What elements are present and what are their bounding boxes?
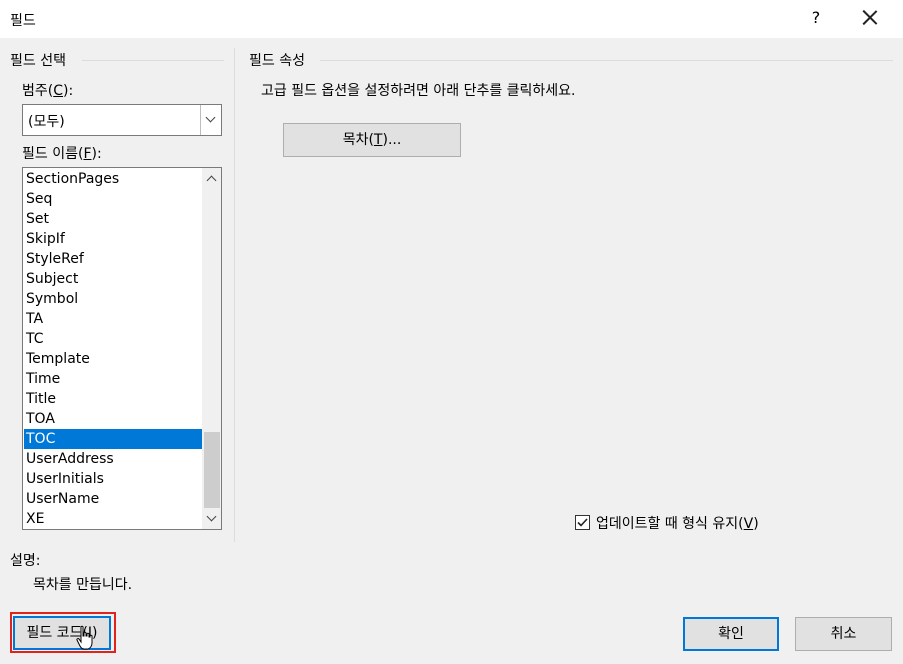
list-item-selected[interactable]: TOC (24, 429, 202, 449)
preserve-format-checkbox[interactable] (575, 515, 590, 530)
list-item[interactable]: Subject (24, 269, 202, 289)
list-item[interactable]: Symbol (24, 289, 202, 309)
list-item[interactable]: StyleRef (24, 249, 202, 269)
field-name-list[interactable]: SectionPages Seq Set SkipIf StyleRef Sub… (22, 167, 222, 530)
scroll-up-icon[interactable] (206, 175, 217, 186)
description-text: 목차를 만듭니다. (33, 577, 133, 593)
list-item[interactable]: XE (24, 509, 202, 529)
field-properties-header: 필드 속성 (249, 53, 305, 69)
dropdown-button[interactable] (200, 105, 221, 135)
help-button[interactable]: ? (808, 8, 824, 27)
category-label: 범주(C): (22, 83, 74, 99)
list-item[interactable]: TC (24, 329, 202, 349)
window-title: 필드 (10, 13, 36, 29)
scrollbar-thumb[interactable] (204, 432, 220, 508)
panel-divider (234, 48, 235, 542)
hand-cursor-icon (76, 625, 93, 650)
list-item[interactable]: Time (24, 369, 202, 389)
list-item[interactable]: UserAddress (24, 449, 202, 469)
instructions-text: 고급 필드 옵션을 설정하려면 아래 단추를 클릭하세요. (261, 83, 576, 99)
preserve-format-label[interactable]: 업데이트할 때 형식 유지(V) (596, 513, 759, 533)
check-icon (577, 518, 588, 527)
chevron-down-icon (205, 112, 216, 123)
list-item[interactable]: Seq (24, 189, 202, 209)
list-item[interactable]: Title (24, 389, 202, 409)
list-item[interactable]: Template (24, 349, 202, 369)
scroll-down-icon[interactable] (206, 511, 217, 522)
category-dropdown[interactable]: (모두) (22, 104, 222, 136)
list-item[interactable]: UserName (24, 489, 202, 509)
field-name-label: 필드 이름(F): (22, 146, 102, 162)
field-selection-header: 필드 선택 (10, 53, 66, 69)
list-scrollbar[interactable] (202, 168, 221, 529)
list-item[interactable]: TOA (24, 409, 202, 429)
title-bar: 필드 ? (0, 0, 903, 39)
category-value: (모두) (28, 114, 65, 130)
list-item[interactable]: SkipIf (24, 229, 202, 249)
list-item[interactable]: SectionPages (24, 169, 202, 189)
list-item[interactable]: TA (24, 309, 202, 329)
group-divider (82, 60, 224, 61)
close-icon[interactable] (862, 9, 878, 25)
toc-options-button[interactable]: 목차(T)... (283, 123, 461, 157)
description-label: 설명: (10, 553, 41, 569)
cancel-button[interactable]: 취소 (795, 617, 892, 651)
highlight-box (10, 612, 116, 653)
group-divider (320, 60, 893, 61)
ok-button[interactable]: 확인 (683, 617, 779, 651)
list-item[interactable]: Set (24, 209, 202, 229)
list-item[interactable]: UserInitials (24, 469, 202, 489)
